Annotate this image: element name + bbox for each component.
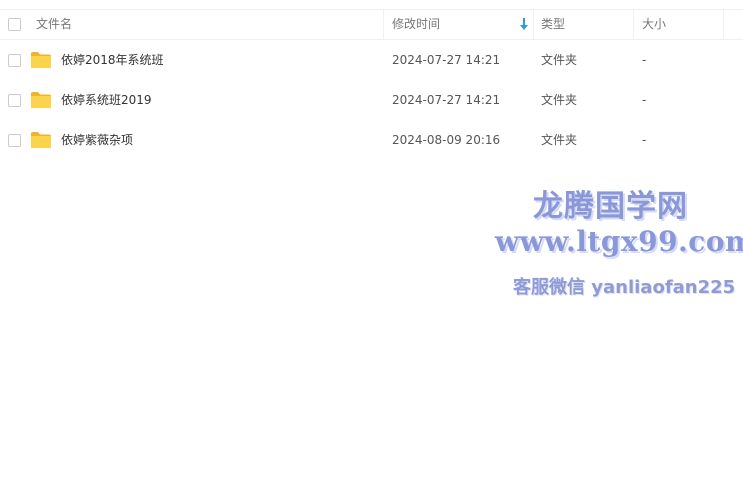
file-modified: 2024-07-27 14:21	[392, 53, 501, 67]
file-row[interactable]: 依婷2018年系统班 2024-07-27 14:21 文件夹 -	[0, 40, 743, 80]
column-header-size[interactable]: 大小	[642, 10, 666, 39]
column-divider[interactable]	[533, 10, 534, 39]
watermark-url: www.ltgx99.com	[495, 225, 743, 258]
column-divider[interactable]	[633, 10, 634, 39]
column-header-name[interactable]: 文件名	[36, 10, 72, 39]
file-name[interactable]: 依婷2018年系统班	[61, 40, 164, 80]
arrow-down-icon[interactable]	[519, 17, 529, 31]
file-type: 文件夹	[541, 133, 578, 147]
file-name[interactable]: 依婷系统班2019	[61, 80, 152, 120]
file-name[interactable]: 依婷紫薇杂项	[61, 120, 133, 160]
file-modified: 2024-07-27 14:21	[392, 93, 501, 107]
file-list-header: 文件名 修改时间 类型 大小	[0, 9, 743, 40]
folder-icon	[31, 132, 51, 148]
row-checkbox[interactable]	[8, 134, 21, 147]
file-size: -	[642, 53, 647, 67]
file-type: 文件夹	[541, 53, 578, 67]
column-header-modified[interactable]: 修改时间	[392, 10, 440, 39]
select-all-checkbox[interactable]	[8, 18, 21, 31]
file-size: -	[642, 133, 647, 147]
file-row[interactable]: 依婷紫薇杂项 2024-08-09 20:16 文件夹 -	[0, 120, 743, 160]
file-modified: 2024-08-09 20:16	[392, 133, 501, 147]
watermark-title: 龙腾国学网	[533, 189, 688, 224]
watermark-contact: 客服微信 yanliaofan225	[513, 277, 736, 298]
row-checkbox[interactable]	[8, 94, 21, 107]
column-divider[interactable]	[723, 10, 724, 39]
row-checkbox[interactable]	[8, 54, 21, 67]
file-row[interactable]: 依婷系统班2019 2024-07-27 14:21 文件夹 -	[0, 80, 743, 120]
file-size: -	[642, 93, 647, 107]
column-divider[interactable]	[383, 10, 384, 39]
file-type: 文件夹	[541, 93, 578, 107]
column-header-type[interactable]: 类型	[541, 10, 565, 39]
folder-icon	[31, 92, 51, 108]
folder-icon	[31, 52, 51, 68]
